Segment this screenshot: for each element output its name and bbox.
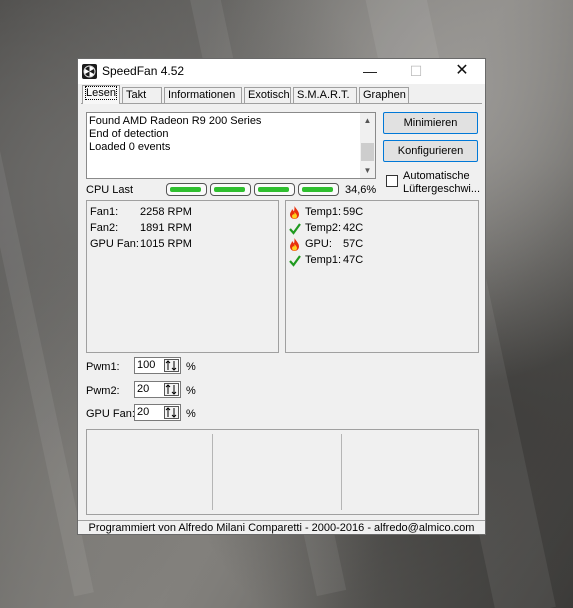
log-line: End of detection — [89, 128, 169, 140]
tab-takt[interactable]: Takt — [122, 87, 162, 103]
fan-speeds-panel: Fan1: 2258 RPM Fan2: 1891 RPM GPU Fan: 1… — [86, 200, 279, 353]
tab-graphen[interactable]: Graphen — [359, 87, 409, 103]
cpu-bar — [254, 183, 295, 196]
stepper-arrows-icon[interactable] — [164, 359, 179, 372]
graph-area — [86, 429, 479, 515]
tab-lesen[interactable]: Lesen — [82, 85, 120, 104]
tab-label: Lesen — [85, 86, 117, 100]
tab-exotisch[interactable]: Exotisch — [244, 87, 291, 103]
auto-fan-label-line2: Lüftergeschwi... — [403, 183, 481, 195]
pwm2-label: Pwm2: — [86, 385, 120, 397]
auto-fan-checkbox[interactable] — [386, 175, 398, 187]
close-button[interactable]: ✕ — [439, 59, 485, 84]
maximize-button[interactable]: ☐ — [393, 59, 439, 84]
flame-icon — [290, 238, 299, 251]
pwm1-label: Pwm1: — [86, 361, 120, 373]
configure-button[interactable]: Konfigurieren — [383, 140, 478, 162]
fan-value: 2258 RPM — [140, 206, 192, 218]
pwm2-unit: % — [186, 385, 196, 397]
tab-informationen[interactable]: Informationen — [164, 87, 242, 103]
fan-value: 1891 RPM — [140, 222, 192, 234]
minimize-button[interactable]: — — [347, 59, 393, 84]
graph-divider — [341, 434, 342, 510]
flame-icon — [290, 206, 299, 219]
pwm2-stepper[interactable]: 20 — [134, 381, 181, 398]
scroll-down-icon[interactable]: ▼ — [360, 163, 375, 178]
pwm2-value: 20 — [137, 383, 150, 395]
scroll-thumb[interactable] — [361, 143, 374, 161]
cpu-bar — [166, 183, 207, 196]
fan-name: Fan2: — [90, 222, 119, 234]
stepper-arrows-icon[interactable] — [164, 383, 179, 396]
cpu-load-percent: 34,6% — [345, 184, 377, 196]
temp-value: 47C — [343, 254, 364, 266]
gpu-fan-value: 20 — [137, 406, 150, 418]
tab-smart[interactable]: S.M.A.R.T. — [293, 87, 357, 103]
temp-value: 42C — [343, 222, 364, 234]
fan-name: GPU Fan: — [90, 238, 139, 250]
event-log[interactable]: Found AMD Radeon R9 200 Series End of de… — [86, 112, 376, 179]
speedfan-app-icon — [82, 64, 97, 79]
cpu-bar — [210, 183, 251, 196]
pwm1-unit: % — [186, 361, 196, 373]
title-bar[interactable]: SpeedFan 4.52 — ☐ ✕ — [78, 59, 485, 84]
gpu-fan-unit: % — [186, 408, 196, 420]
gpu-fan-stepper[interactable]: 20 — [134, 404, 181, 421]
fan-value: 1015 RPM — [140, 238, 192, 250]
log-line: Loaded 0 events — [89, 141, 171, 153]
temp-name: GPU: — [305, 238, 332, 250]
temp-name: Temp1: — [305, 206, 342, 218]
fan-name: Fan1: — [90, 206, 119, 218]
pwm1-value: 100 — [137, 359, 156, 371]
check-icon — [289, 255, 301, 267]
temp-value: 57C — [343, 238, 364, 250]
temp-name: Temp2: — [305, 222, 342, 234]
log-line: Found AMD Radeon R9 200 Series — [89, 115, 262, 127]
window-title: SpeedFan 4.52 — [102, 64, 185, 78]
cpu-bar — [298, 183, 339, 196]
status-bar: Programmiert von Alfredo Milani Comparet… — [78, 520, 485, 535]
temp-value: 59C — [343, 206, 364, 218]
log-scrollbar[interactable]: ▲ ▼ — [360, 113, 375, 178]
speedfan-window: SpeedFan 4.52 — ☐ ✕ Lesen Takt Informati… — [77, 58, 486, 535]
cpu-load-label: CPU Last — [86, 184, 134, 196]
pwm1-stepper[interactable]: 100 — [134, 357, 181, 374]
temp-name: Temp1: — [305, 254, 342, 266]
stepper-arrows-icon[interactable] — [164, 406, 179, 419]
gpu-fan-label: GPU Fan: — [86, 408, 135, 420]
scroll-up-icon[interactable]: ▲ — [360, 113, 375, 128]
minimize-to-tray-button[interactable]: Minimieren — [383, 112, 478, 134]
auto-fan-label-line1: Automatische — [403, 170, 470, 182]
graph-divider — [212, 434, 213, 510]
check-icon — [289, 223, 301, 235]
temperatures-panel: Temp1: 59C Temp2: 42C GPU: 57C Temp1: 47… — [285, 200, 479, 353]
